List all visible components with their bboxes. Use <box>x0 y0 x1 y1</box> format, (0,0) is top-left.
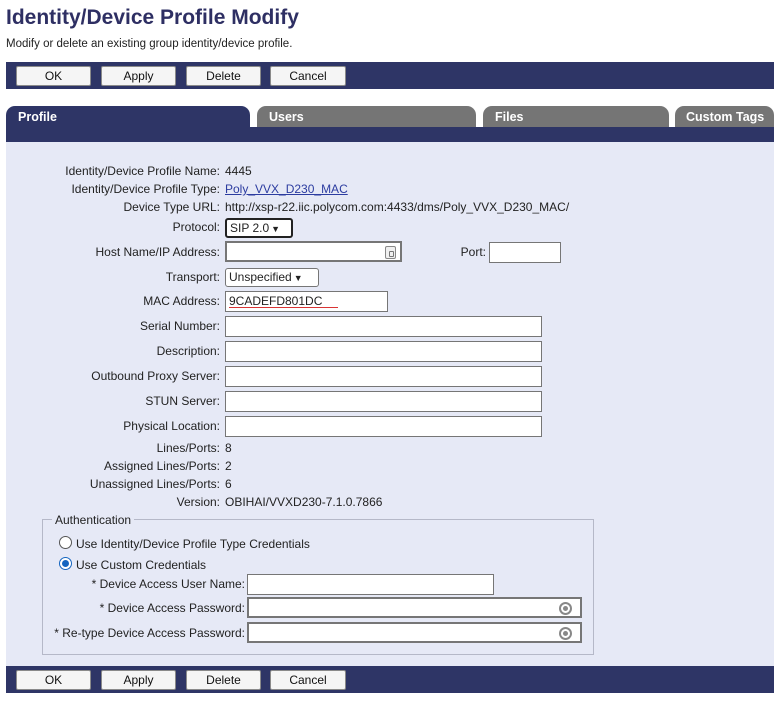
unassigned-lines-label: Unassigned Lines/Ports: <box>89 477 220 491</box>
version-label: Version: <box>176 495 220 509</box>
host-input[interactable] <box>225 241 402 262</box>
cancel-button[interactable]: Cancel <box>270 66 346 86</box>
chevron-down-icon: ▼ <box>271 224 281 234</box>
page-title: Identity/Device Profile Modify <box>6 6 299 29</box>
transport-label: Transport: <box>165 270 220 284</box>
profile-name-label: Identity/Device Profile Name: <box>65 164 220 178</box>
device-password-input[interactable] <box>247 597 582 618</box>
serial-input[interactable] <box>225 316 542 337</box>
delete-button[interactable]: Delete <box>186 670 261 690</box>
chevron-down-icon: ▼ <box>293 273 303 283</box>
retype-password-input[interactable] <box>247 622 582 643</box>
mac-label: MAC Address: <box>143 294 220 308</box>
transport-select[interactable]: Unspecified ▼ <box>225 268 319 287</box>
port-input[interactable] <box>489 242 561 263</box>
assigned-lines-label: Assigned Lines/Ports: <box>103 459 220 473</box>
device-username-input[interactable] <box>247 574 494 595</box>
stun-label: STUN Server: <box>145 394 220 408</box>
mac-input[interactable]: 9CADEFD801DC <box>225 291 388 312</box>
device-type-url-value: http://xsp-r22.iic.polycom.com:4433/dms/… <box>225 200 570 214</box>
apply-button[interactable]: Apply <box>101 66 176 86</box>
eye-icon[interactable] <box>559 602 572 615</box>
proxy-input[interactable] <box>225 366 542 387</box>
port-label: Port: <box>460 245 486 259</box>
spellcheck-underline <box>229 307 338 308</box>
lines-value: 8 <box>225 441 232 455</box>
transport-selected-value: Unspecified <box>229 270 292 284</box>
unassigned-lines-value: 6 <box>225 477 232 491</box>
eye-icon[interactable] <box>559 627 572 640</box>
tab-custom-tags[interactable]: Custom Tags <box>675 106 774 128</box>
profile-name-value: 4445 <box>225 164 252 178</box>
bottom-button-bar: OK Apply Delete Cancel <box>6 666 774 693</box>
version-value: OBIHAI/VVXD230-7.1.0.7866 <box>225 495 383 509</box>
stun-input[interactable] <box>225 391 542 412</box>
ok-button[interactable]: OK <box>16 66 91 86</box>
profile-type-credentials-radio[interactable] <box>59 536 72 549</box>
device-type-url-label: Device Type URL: <box>123 200 221 214</box>
mac-input-value: 9CADEFD801DC <box>229 294 323 308</box>
device-password-label: * Device Access Password: <box>99 601 245 615</box>
serial-label: Serial Number: <box>139 319 220 333</box>
description-label: Description: <box>156 344 220 358</box>
proxy-label: Outbound Proxy Server: <box>91 369 220 383</box>
description-input[interactable] <box>225 341 542 362</box>
location-input[interactable] <box>225 416 542 437</box>
location-label: Physical Location: <box>123 419 220 433</box>
custom-credentials-label[interactable]: Use Custom Credentials <box>76 558 206 572</box>
host-label: Host Name/IP Address: <box>95 245 221 259</box>
ok-button[interactable]: OK <box>16 670 91 690</box>
tab-users[interactable]: Users <box>257 106 476 128</box>
authentication-legend: Authentication <box>52 513 135 527</box>
key-icon[interactable] <box>385 246 396 259</box>
delete-button[interactable]: Delete <box>186 66 261 86</box>
page-subtitle: Modify or delete an existing group ident… <box>6 38 293 50</box>
lines-label: Lines/Ports: <box>156 441 220 455</box>
top-button-bar: OK Apply Delete Cancel <box>6 62 774 89</box>
protocol-select[interactable]: SIP 2.0 ▼ <box>225 218 293 238</box>
custom-credentials-radio[interactable] <box>59 557 72 570</box>
assigned-lines-value: 2 <box>225 459 232 473</box>
protocol-selected-value: SIP 2.0 <box>230 221 270 235</box>
profile-type-label: Identity/Device Profile Type: <box>71 182 220 196</box>
device-username-label: * Device Access User Name: <box>91 577 245 591</box>
tab-profile[interactable]: Profile <box>6 106 250 128</box>
profile-type-credentials-label[interactable]: Use Identity/Device Profile Type Credent… <box>76 537 310 551</box>
apply-button[interactable]: Apply <box>101 670 176 690</box>
profile-type-link[interactable]: Poly_VVX_D230_MAC <box>225 182 348 196</box>
retype-password-label: * Re-type Device Access Password: <box>54 626 245 640</box>
protocol-label: Protocol: <box>172 220 220 234</box>
tab-bar: Profile Users Files Custom Tags <box>6 106 774 128</box>
tab-underline <box>6 127 774 142</box>
cancel-button[interactable]: Cancel <box>270 670 346 690</box>
tab-files[interactable]: Files <box>483 106 669 128</box>
